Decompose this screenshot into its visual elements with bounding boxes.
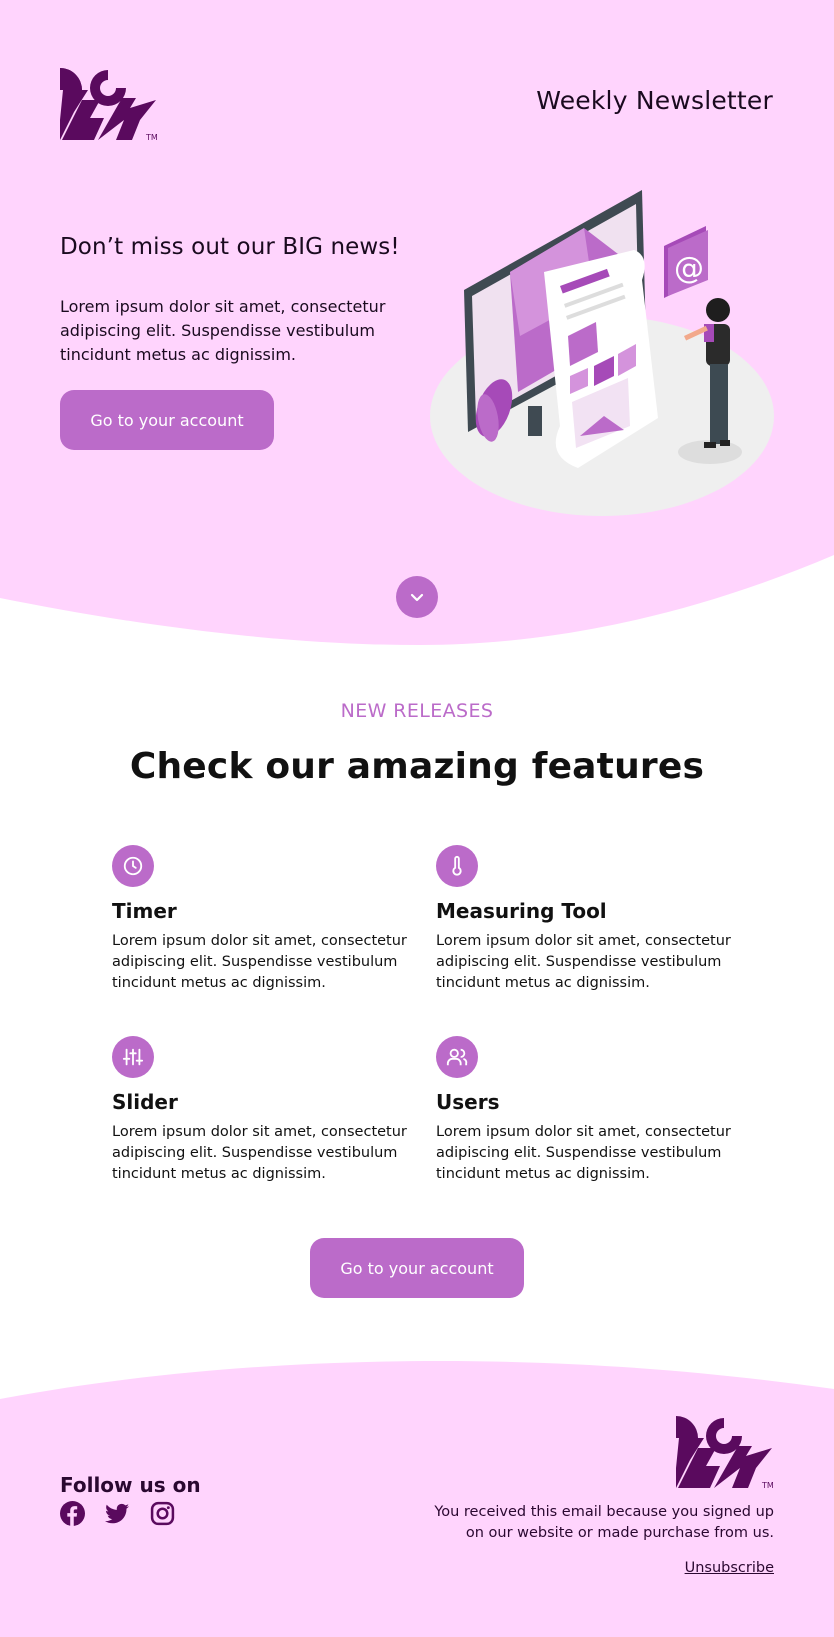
feature-description: Lorem ipsum dolor sit amet, consectetur … xyxy=(112,1124,407,1182)
hero-text: Lorem ipsum dolor sit amet, consectetur … xyxy=(60,297,386,364)
scroll-down-button[interactable] xyxy=(396,576,438,618)
logo-trademark: TM xyxy=(761,1481,774,1490)
feature-icon-badge xyxy=(112,1036,154,1078)
facebook-icon[interactable] xyxy=(60,1501,85,1526)
newsletter-illustration: @ xyxy=(430,190,774,516)
brand-logo[interactable]: TM xyxy=(60,68,160,142)
svg-text:@: @ xyxy=(674,251,704,286)
chevron-down-icon xyxy=(410,593,424,602)
instagram-icon[interactable] xyxy=(150,1501,175,1526)
sliders-icon xyxy=(122,1048,144,1066)
logo-trademark: TM xyxy=(145,133,158,142)
feature-title: Timer xyxy=(112,899,177,923)
footer-note: You received this email because you sign… xyxy=(434,1504,774,1541)
features-heading: Check our amazing features xyxy=(129,746,705,787)
feature-icon-badge xyxy=(112,845,154,887)
follow-title: Follow us on xyxy=(60,1473,201,1497)
feature-description: Lorem ipsum dolor sit amet, consectetur … xyxy=(436,933,731,991)
social-links xyxy=(60,1501,175,1526)
feature-icon-badge xyxy=(436,1036,478,1078)
hero-account-button[interactable]: Go to your account xyxy=(60,390,274,450)
feature-icon-badge xyxy=(436,845,478,887)
unsubscribe-link[interactable]: Unsubscribe xyxy=(685,1560,774,1576)
feature-description: Lorem ipsum dolor sit amet, consectetur … xyxy=(436,1124,731,1182)
hero-section: TM Weekly Newsletter Don’t miss out our … xyxy=(0,0,834,650)
newsletter-title: Weekly Newsletter xyxy=(536,86,773,115)
section-eyebrow: NEW RELEASES xyxy=(340,700,494,722)
twitter-icon[interactable] xyxy=(105,1501,130,1526)
feature-measuring-tool: Measuring Tool Lorem ipsum dolor sit ame… xyxy=(436,845,736,994)
feature-slider: Slider Lorem ipsum dolor sit amet, conse… xyxy=(112,1036,412,1185)
features-account-button[interactable]: Go to your account xyxy=(310,1238,524,1298)
feature-title: Slider xyxy=(112,1090,178,1114)
feature-title: Users xyxy=(436,1090,500,1114)
feature-timer: Timer Lorem ipsum dolor sit amet, consec… xyxy=(112,845,412,994)
thermometer-icon xyxy=(452,855,462,876)
clock-icon xyxy=(123,856,143,876)
feature-description: Lorem ipsum dolor sit amet, consectetur … xyxy=(112,933,407,991)
feature-title: Measuring Tool xyxy=(436,899,607,923)
users-icon xyxy=(446,1048,468,1066)
hero-heading: Don’t miss out our BIG news! xyxy=(60,234,400,260)
feature-users: Users Lorem ipsum dolor sit amet, consec… xyxy=(436,1036,736,1185)
footer-logo[interactable]: TM xyxy=(676,1416,776,1490)
